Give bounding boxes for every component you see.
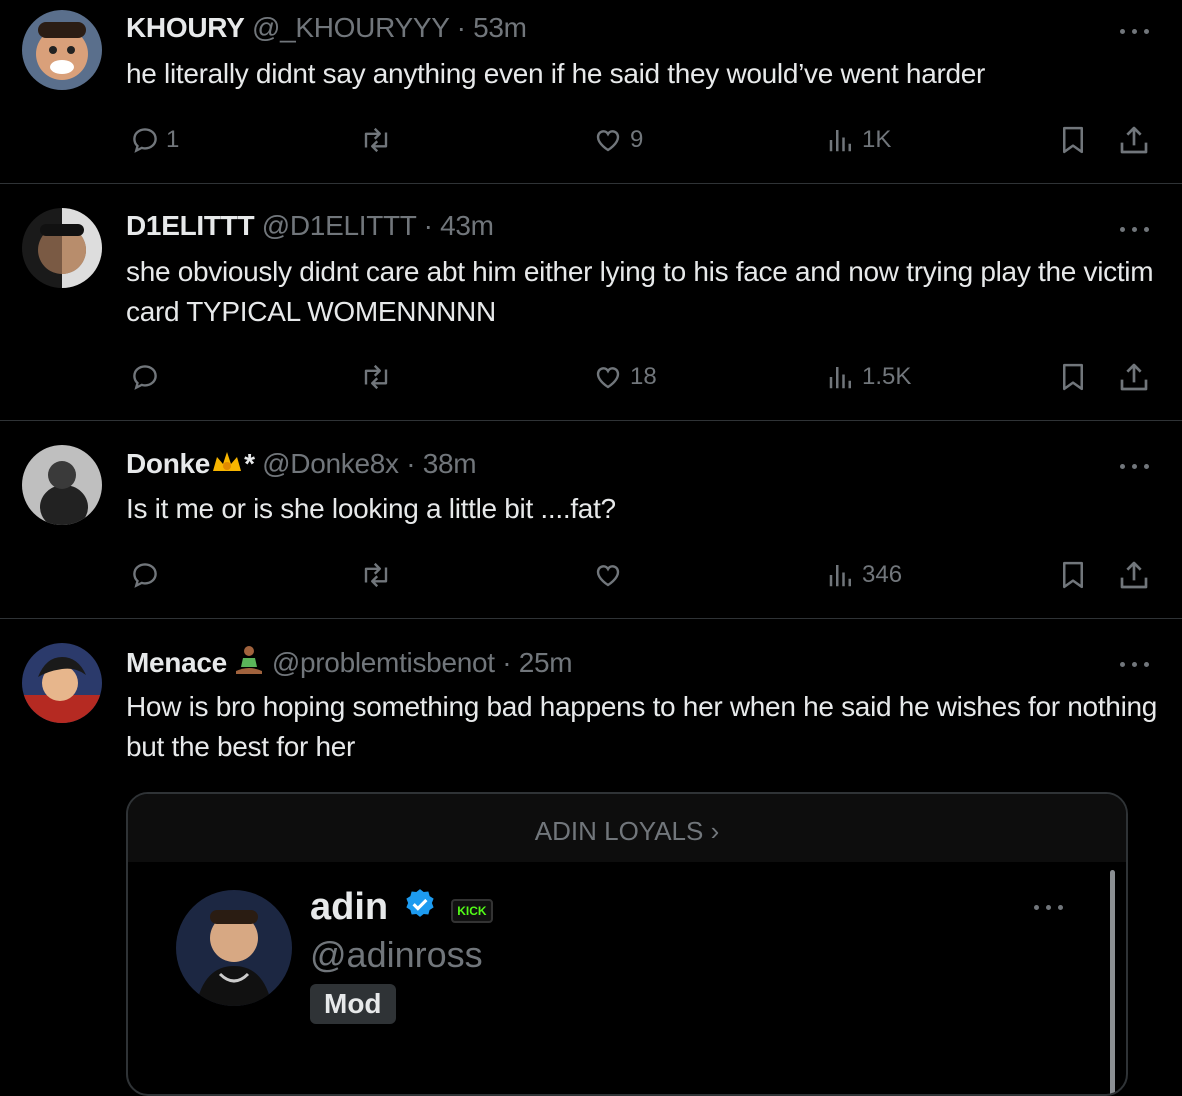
reply-button[interactable]: 1 [130,120,179,160]
more-icon[interactable] [1118,659,1152,669]
views-icon [829,367,851,389]
views-icon [829,130,851,152]
share-button[interactable] [1118,357,1150,397]
tweet-header: D1ELITTT @D1ELITTT · 43m [126,210,494,242]
share-button[interactable] [1118,555,1150,595]
tweet-text: How is bro hoping something bad happens … [126,691,1158,762]
reply-icon [133,563,157,588]
views-button[interactable]: 346 [826,555,902,595]
retweet-icon [364,562,388,588]
tweet-header: Donke * @Donke8x · 38m [126,447,477,484]
verified-badge-icon [403,887,437,931]
community-header[interactable]: ADIN LOYALS › [128,794,1126,862]
views-icon [829,565,851,587]
separator-dot: · [423,210,433,241]
heart-icon [596,130,620,152]
view-count: 1.5K [862,363,912,390]
avatar[interactable] [22,445,102,525]
avatar[interactable] [22,208,102,288]
more-icon[interactable] [1032,902,1066,912]
views-button[interactable]: 1.5K [826,357,911,397]
separator-dot: · [456,12,466,43]
handle[interactable]: @Donke8x [262,448,399,479]
view-count: 346 [862,561,903,588]
share-icon [1120,561,1148,589]
action-bar: 1 9 1K [0,120,1182,160]
avatar[interactable] [22,643,102,723]
timestamp[interactable]: 43m [440,210,494,241]
view-count: 1K [862,126,892,153]
views-button[interactable]: 1K [826,120,891,160]
reply-count: 1 [166,126,180,153]
bookmark-button[interactable] [1058,555,1088,595]
heart-icon [596,565,620,587]
bookmark-button[interactable] [1058,357,1088,397]
share-icon [1120,126,1148,154]
retweet-button[interactable] [358,555,400,595]
retweet-button[interactable] [358,120,400,160]
action-bar: 18 1.5K [0,357,1182,397]
retweet-button[interactable] [358,357,400,397]
tweet-header: Menace @problemtisbenot · 25m [126,645,573,684]
share-button[interactable] [1118,120,1150,160]
kick-badge: KICK [451,899,493,923]
like-button[interactable] [592,555,630,595]
crown-emoji-icon [210,447,244,484]
retweet-icon [364,364,388,390]
meditation-emoji-icon [234,645,264,684]
avatar[interactable] [22,10,102,90]
like-button[interactable]: 18 [592,357,657,397]
tweet-header: KHOURY @_KHOURYYY · 53m [126,12,527,44]
display-name[interactable]: D1ELITTT [126,210,255,241]
more-icon[interactable] [1118,26,1152,36]
profile-handle[interactable]: @adinross [310,934,483,976]
bookmark-icon [1063,363,1083,391]
timestamp[interactable]: 53m [473,12,527,43]
bookmark-icon [1063,126,1083,154]
more-icon[interactable] [1118,461,1152,471]
tweet[interactable]: D1ELITTT @D1ELITTT · 43m she obviously d… [0,184,1182,420]
profile-name[interactable]: adin [310,886,388,928]
like-count: 9 [630,126,644,153]
tweet-text: Is it me or is she looking a little bit … [126,493,616,524]
profile-avatar[interactable] [176,890,292,1006]
reply-button[interactable] [130,555,166,595]
display-name[interactable]: Donke [126,448,210,479]
retweet-icon [364,127,388,153]
scrollbar[interactable] [1110,870,1115,1094]
bookmark-icon [1063,561,1083,589]
action-bar: 346 [0,555,1182,595]
like-button[interactable]: 9 [592,120,643,160]
display-name[interactable]: Menace [126,647,227,678]
bookmark-button[interactable] [1058,120,1088,160]
heart-icon [596,367,620,389]
reply-icon [133,128,157,153]
role-badge: Mod [310,984,396,1024]
like-count: 18 [630,363,657,390]
community-label[interactable]: ADIN LOYALS › [128,816,1126,847]
tweet-text: she obviously didnt care abt him either … [126,256,1154,327]
name-suffix: * [244,448,255,479]
separator-dot: · [502,647,512,678]
embedded-profile-card[interactable]: ADIN LOYALS › adin KICK @adinross Mod [126,792,1128,1096]
timestamp[interactable]: 38m [423,448,477,479]
handle[interactable]: @_KHOURYYY [252,12,449,43]
display-name[interactable]: KHOURY [126,12,245,43]
handle[interactable]: @D1ELITTT [262,210,417,241]
more-icon[interactable] [1118,224,1152,234]
profile-name-row: adin KICK [310,886,493,931]
tweet[interactable]: Donke * @Donke8x · 38m Is it me or is she… [0,421,1182,618]
tweet[interactable]: KHOURY @_KHOURYYY · 53m he literally did… [0,0,1182,183]
handle[interactable]: @problemtisbenot [272,647,495,678]
separator-dot: · [406,448,416,479]
share-icon [1120,363,1148,391]
timestamp[interactable]: 25m [519,647,573,678]
reply-icon [133,365,157,390]
reply-button[interactable] [130,357,166,397]
tweet-text: he literally didnt say anything even if … [126,58,986,89]
